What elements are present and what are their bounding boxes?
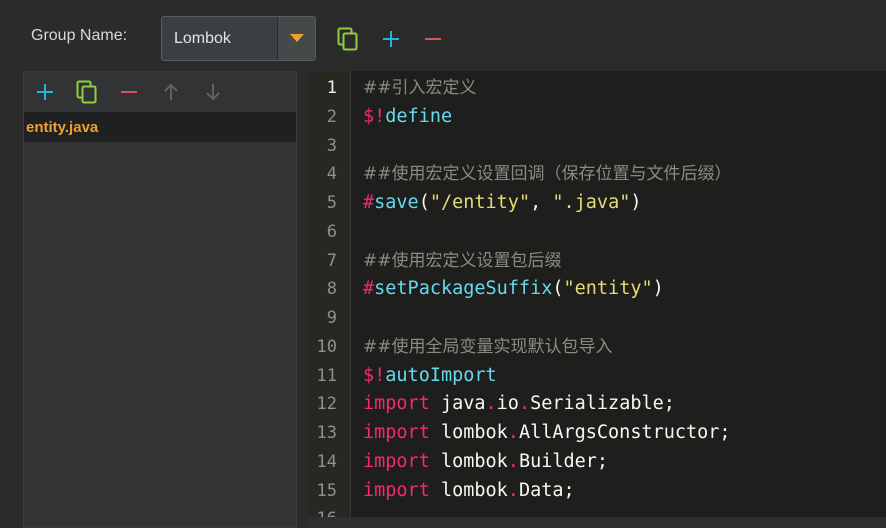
remove-file-button[interactable]: [108, 72, 150, 112]
chevron-down-icon: [289, 34, 304, 42]
code-token: $!: [363, 364, 386, 386]
code-line: $!define: [363, 103, 886, 132]
code-token: lombok: [429, 450, 508, 472]
code-token: ##使用宏定义设置包后缀: [363, 250, 562, 271]
copy-icon: [76, 80, 97, 104]
line-number: 16: [307, 505, 351, 517]
code-token: ): [630, 192, 642, 213]
move-down-button[interactable]: [192, 72, 234, 112]
code-token: import: [363, 479, 430, 501]
code-token: import: [363, 422, 430, 443]
code-token: "/entity": [429, 192, 531, 213]
line-number: 3: [326, 135, 337, 156]
file-toolbar: [24, 72, 296, 112]
code-token: setPackageSuffix: [374, 278, 553, 300]
code-token: import: [363, 450, 430, 472]
code-token: ".java": [552, 192, 631, 213]
group-name-value: Lombok: [174, 29, 231, 47]
line-number: 6: [326, 221, 337, 242]
line-number: 10: [316, 336, 337, 357]
line-number: 15: [316, 480, 337, 501]
code-line: $!autoImport: [363, 362, 886, 391]
code-token: "entity": [563, 278, 653, 300]
code-token: save: [374, 192, 419, 213]
code-token: .: [507, 450, 519, 472]
code-line: #save("/entity", ".java"): [363, 189, 886, 218]
code-token: java: [429, 393, 486, 415]
code-token: lombok: [429, 479, 508, 501]
copy-icon: [337, 27, 358, 51]
code-token: .: [507, 479, 519, 501]
minus-icon: [121, 91, 137, 93]
code-token: lombok: [429, 422, 508, 443]
code-line: import lombok.Builder;: [363, 448, 886, 477]
line-number: 13: [316, 423, 337, 443]
plus-icon: [37, 84, 53, 100]
template-file-panel: entity.java: [23, 71, 297, 528]
code-token: Serializable;: [530, 393, 675, 415]
code-token: (: [418, 192, 430, 213]
line-number: 7: [326, 250, 337, 271]
code-token: #: [363, 192, 375, 213]
group-name-dropdown[interactable]: Lombok: [161, 16, 316, 61]
code-token: Data;: [518, 479, 575, 501]
code-line: ##引入宏定义: [363, 74, 886, 103]
code-token: .: [518, 393, 531, 415]
horizontal-scrollbar[interactable]: [307, 517, 886, 528]
arrow-up-icon: [164, 83, 178, 100]
code-token: autoImport: [385, 364, 497, 386]
code-line: import java.io.Serializable;: [363, 390, 886, 419]
line-number: 1: [326, 78, 337, 98]
copy-file-button[interactable]: [66, 72, 108, 112]
arrow-down-icon: [206, 84, 220, 101]
code-token: ): [652, 278, 664, 300]
minus-icon: [425, 38, 441, 40]
line-number: 12: [316, 394, 337, 415]
code-token: .: [485, 393, 497, 415]
code-token: ##引入宏定义: [363, 78, 477, 98]
file-item-entity-java[interactable]: entity.java: [24, 112, 296, 142]
code-token: (: [552, 278, 564, 300]
code-token: io: [496, 393, 519, 415]
remove-group-button[interactable]: [422, 28, 444, 50]
code-line: import lombok.AllArgsConstructor;: [363, 419, 886, 448]
code-token: define: [385, 105, 453, 127]
copy-group-button[interactable]: [336, 26, 360, 52]
code-token: $!: [363, 105, 386, 127]
line-number-gutter: 12345678910111213141516: [307, 71, 351, 517]
code-line: ##使用宏定义设置包后缀: [363, 247, 886, 276]
code-line: import lombok.Data;: [363, 477, 886, 506]
line-number: 4: [326, 164, 337, 185]
code-line: ##使用宏定义设置回调（保存位置与文件后缀）: [363, 160, 886, 189]
code-editor[interactable]: 12345678910111213141516 ##引入宏定义$!define#…: [307, 71, 886, 517]
code-token: ,: [530, 192, 553, 213]
code-line: ##使用全局变量实现默认包导入: [363, 333, 886, 362]
line-number: 8: [326, 279, 337, 300]
plus-icon: [383, 31, 399, 47]
code-token: ##使用宏定义设置回调（保存位置与文件后缀）: [363, 164, 732, 185]
code-content[interactable]: ##引入宏定义 $!define ##使用宏定义设置回调（保存位置与文件后缀） #sa…: [363, 74, 886, 517]
line-number: 9: [326, 308, 337, 328]
add-group-button[interactable]: [380, 28, 402, 50]
line-number: 14: [316, 451, 337, 472]
line-number: 11: [316, 365, 337, 386]
code-token: import: [363, 393, 430, 415]
code-token: AllArgsConstructor;: [518, 422, 731, 443]
code-line: #setPackageSuffix("entity"): [363, 275, 886, 304]
dropdown-arrow-button[interactable]: [277, 17, 315, 60]
line-number: 5: [326, 193, 337, 213]
add-file-button[interactable]: [24, 72, 66, 112]
line-number: 2: [326, 106, 337, 127]
file-list: entity.java: [24, 112, 296, 142]
code-token: #: [363, 278, 375, 300]
group-name-label: Group Name:: [31, 27, 128, 44]
code-token: .: [507, 422, 519, 443]
move-up-button[interactable]: [150, 72, 192, 112]
code-token: ##使用全局变量实现默认包导入: [363, 336, 613, 357]
code-token: Builder;: [518, 450, 609, 472]
